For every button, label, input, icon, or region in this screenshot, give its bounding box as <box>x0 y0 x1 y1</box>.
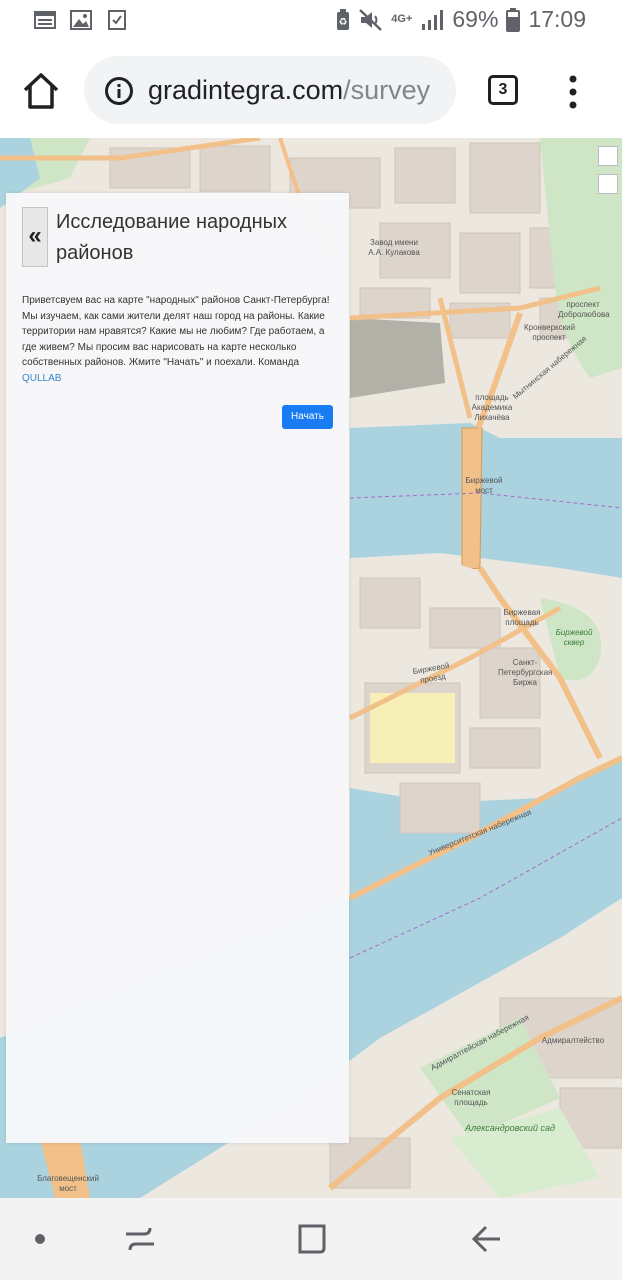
map-label-admiralteystvo: Адмиралтейство <box>541 1036 605 1045</box>
system-nav-bar <box>0 1198 622 1280</box>
browser-toolbar: gradintegra.com/survey 3 <box>0 42 622 138</box>
battery-percent: 69% <box>452 6 499 32</box>
address-bar[interactable]: gradintegra.com/survey <box>84 56 456 124</box>
collapse-panel-button[interactable]: « <box>22 207 48 267</box>
start-button[interactable]: Начать <box>282 405 333 429</box>
gallery-icon <box>70 10 92 30</box>
battery-saver-icon: ♻ <box>337 8 350 30</box>
team-link[interactable]: QULLAB <box>22 373 61 384</box>
map-layer-control[interactable] <box>598 146 618 166</box>
map-label-birzhevoy-skver: Биржевой сквер <box>555 628 593 647</box>
map-label-blagoveshchenskiy: Благовещенский мост <box>37 1174 99 1193</box>
panel-title: Исследование народных районов <box>56 211 288 264</box>
network-type: 4G+ <box>391 13 413 25</box>
mute-icon <box>359 8 383 31</box>
survey-panel: « Исследование народных районов Приветсв… <box>6 193 349 1143</box>
map-label-birzha: Санкт-Петербургская Биржа <box>498 658 553 687</box>
map-label-birzhevaya-ploshchad: Биржевая площадь <box>503 608 541 627</box>
map-label-kulakov: Завод имени А.А. Кулакова <box>368 238 420 257</box>
back-icon[interactable] <box>466 1222 506 1256</box>
recents-icon[interactable] <box>120 1222 160 1256</box>
home-icon[interactable] <box>20 70 62 112</box>
menu-dots-icon[interactable] <box>562 72 584 112</box>
panel-intro: Приветсвуем вас на карте "народных" райо… <box>22 293 338 387</box>
map-label-dobrolyubova: проспект Добролюбова <box>558 300 610 319</box>
calendar-icon <box>34 11 56 29</box>
tab-switcher-button[interactable]: 3 <box>488 75 518 105</box>
url-text[interactable]: gradintegra.com/survey <box>148 75 430 106</box>
home-square-icon[interactable] <box>292 1222 332 1256</box>
map-label-senatskaya: Сенатская площадь <box>451 1088 491 1107</box>
map-label-birzhevoy-most: Биржевой мост <box>465 476 503 495</box>
url-domain: gradintegra.com <box>148 75 344 105</box>
status-bar: ♻ 4G+ 69% 17:09 <box>0 0 622 42</box>
info-icon[interactable] <box>104 76 134 106</box>
map-edit-control[interactable] <box>598 174 618 194</box>
dot-icon[interactable] <box>22 1222 62 1256</box>
intro-text: Приветсвуем вас на карте "народных" райо… <box>22 295 330 369</box>
clock: 17:09 <box>528 6 586 32</box>
map-label-kronverkskiy: Кронверкский проспект <box>524 323 576 342</box>
url-path: /survey <box>343 75 431 105</box>
checklist-icon <box>108 10 126 30</box>
signal-icon <box>422 9 444 30</box>
battery-icon <box>506 7 521 32</box>
map-label-aleksandrovskiy: Александровский сад <box>465 1123 555 1133</box>
svg-text:♻: ♻ <box>339 17 348 28</box>
